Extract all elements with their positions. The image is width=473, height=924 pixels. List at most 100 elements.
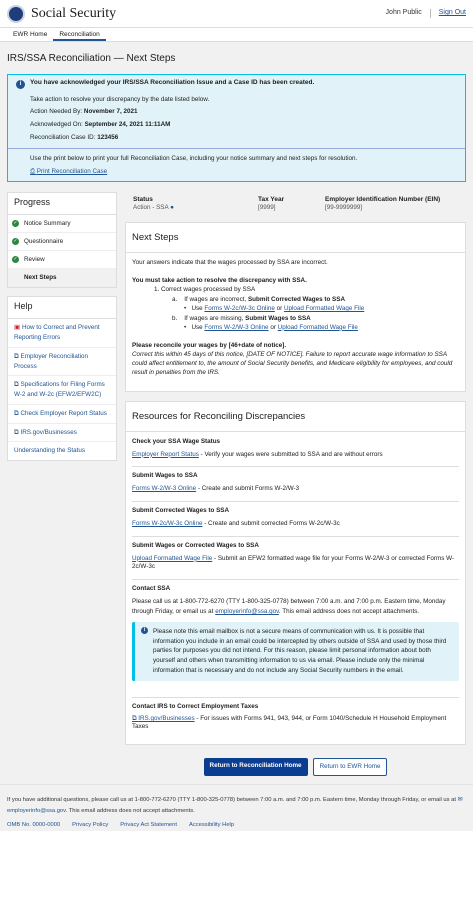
- forms-w2c-online-link[interactable]: Forms W-2c/W-3c Online: [204, 305, 274, 312]
- top-nav: EWR Home Reconciliation: [0, 27, 473, 42]
- check-icon: ✓: [12, 256, 19, 264]
- page-title: IRS/SSA Reconciliation — Next Steps: [7, 53, 176, 64]
- forms-w2c-w3c-online-link[interactable]: Forms W-2c/W-3c Online: [132, 520, 202, 527]
- brand-name[interactable]: Social Security: [31, 5, 386, 23]
- progress-item-review[interactable]: ✓ Review: [8, 251, 116, 270]
- reconcile-warning: Correct this within 45 days of this noti…: [132, 350, 453, 376]
- alert-intro: Take action to resolve your discrepancy …: [30, 95, 210, 103]
- help-link-report-status[interactable]: ⧉ Check Employer Report Status: [8, 405, 116, 424]
- tab-reconciliation[interactable]: Reconciliation: [53, 28, 106, 41]
- step-1a-bullet: • Use Forms W-2c/W-3c Online or Upload F…: [184, 305, 365, 313]
- tab-ewr-home[interactable]: EWR Home: [7, 28, 53, 41]
- printer-icon: ⎙: [30, 167, 37, 175]
- resource-check-status: Check your SSA Wage Status Employer Repo…: [132, 438, 459, 468]
- status-value: Action - SSA: [133, 203, 169, 211]
- upload-formatted-wage-file-link[interactable]: Upload Formatted Wage File: [132, 555, 212, 562]
- resources-card: Resources for Reconciling Discrepancies …: [125, 400, 466, 746]
- irs-businesses-link[interactable]: ⧉ IRS.gov/Businesses: [132, 715, 195, 722]
- case-id-label: Reconciliation Case ID:: [30, 134, 96, 142]
- contact-text: Please call us at 1-800-772-6270 (TTY 1-…: [132, 598, 446, 616]
- help-link-specifications[interactable]: ⧉ Specifications for Filing Forms W-2 and…: [8, 376, 116, 405]
- must-take-action: You must take action to resolve the disc…: [132, 276, 307, 284]
- user-name: John Public: [385, 9, 422, 17]
- tax-year-value: [9999]: [258, 203, 276, 211]
- progress-label: Notice Summary: [24, 219, 71, 227]
- acknowledged-row: Acknowledged On: September 24, 2021 11:1…: [30, 121, 457, 129]
- next-steps-intro: Your answers indicate that the wages pro…: [132, 258, 328, 266]
- help-link-reconciliation-process[interactable]: ⧉ Employer Reconciliation Process: [8, 348, 116, 377]
- resource-upload-file: Submit Wages or Corrected Wages to SSA U…: [132, 542, 459, 580]
- pdf-icon: ▣: [14, 324, 20, 332]
- check-icon: ✓: [12, 220, 19, 228]
- progress-item-next-steps: Next Steps: [8, 269, 116, 288]
- forms-w2-w3-online-link[interactable]: Forms W-2/W-3 Online: [132, 485, 196, 492]
- help-title: Help: [8, 297, 116, 320]
- print-case-link[interactable]: ⎙ Print Reconciliation Case: [30, 168, 107, 175]
- upload-wage-file-link-2[interactable]: Upload Formatted Wage File: [278, 324, 358, 331]
- tax-year-label: Tax Year: [258, 195, 285, 203]
- privacy-act-link[interactable]: Privacy Act Statement: [120, 820, 177, 831]
- upload-wage-file-link[interactable]: Upload Formatted Wage File: [284, 305, 364, 312]
- resource-submit-wages: Submit Wages to SSA Forms W-2/W-3 Online…: [132, 472, 459, 503]
- sign-out-link[interactable]: Sign Out: [429, 9, 466, 18]
- progress-panel: Progress ✓ Notice Summary ✓ Questionnaire …: [7, 191, 117, 289]
- help-link-label: Specifications for Filing Forms W-2 and …: [14, 381, 105, 399]
- acknowledged-label: Acknowledged On:: [30, 121, 83, 129]
- help-circle-icon[interactable]: ●: [170, 204, 174, 211]
- acknowledged-value: September 24, 2021 11:11AM: [84, 121, 171, 129]
- step-1: 1. Correct wages processed by SSA: [154, 286, 256, 294]
- help-panel: Help ▣ How to Correct and Prevent Reporti…: [7, 296, 117, 462]
- ein-col: Employer Identification Number (EIN) [99…: [325, 196, 440, 212]
- action-needed-row: Action Needed By: November 7, 2021: [30, 108, 457, 116]
- step-1b-bullet: • Use Forms W-2/W-3 Online or Upload For…: [184, 323, 358, 331]
- external-link-icon: ⧉: [14, 381, 19, 389]
- action-needed-value: November 7, 2021: [83, 108, 138, 116]
- info-icon: i: [16, 79, 25, 89]
- external-link-icon: ⧉: [14, 352, 19, 360]
- tax-year-col: Tax Year [9999]: [258, 196, 325, 212]
- info-alert: i You have acknowledged your IRS/SSA Rec…: [7, 73, 466, 182]
- status-label: Status: [133, 195, 153, 203]
- resources-title: Resources for Reconciling Discrepancies: [126, 402, 465, 432]
- check-icon: ✓: [12, 238, 19, 246]
- progress-title: Progress: [8, 193, 116, 216]
- info-icon: i: [141, 626, 148, 634]
- employer-email-link[interactable]: employerinfo@ssa.gov: [215, 608, 279, 615]
- help-link-irs-businesses[interactable]: ⧉ IRS.gov/Businesses: [8, 424, 116, 443]
- ssa-seal-logo[interactable]: [7, 4, 25, 23]
- external-link-icon: ⧉: [14, 409, 19, 417]
- site-header: Social Security John Public Sign Out: [0, 0, 473, 27]
- progress-item-questionnaire[interactable]: ✓ Questionnaire: [8, 233, 116, 252]
- button-row: Return to Reconciliation Home Return to …: [125, 754, 466, 777]
- case-id-value: 123456: [97, 134, 119, 142]
- print-case-label: Print Reconciliation Case: [36, 167, 108, 175]
- sidebar: Progress ✓ Notice Summary ✓ Questionnaire …: [7, 191, 117, 776]
- action-needed-label: Action Needed By:: [30, 108, 83, 116]
- help-link-label: Employer Reconciliation Process: [14, 352, 89, 370]
- footer: If you have additional questions, please…: [0, 784, 473, 832]
- return-ewr-home-button[interactable]: Return to EWR Home: [312, 758, 388, 777]
- footer-contact-text: If you have additional questions, please…: [7, 797, 463, 815]
- step-list: 1. Correct wages processed by SSA a. If …: [154, 286, 459, 331]
- help-link-understanding-status[interactable]: Understanding the Status: [8, 442, 116, 460]
- help-link-label: IRS.gov/Businesses: [20, 428, 77, 436]
- forms-w2-online-link[interactable]: Forms W-2/W-3 Online: [204, 324, 268, 331]
- resource-contact-ssa: Contact SSA Please call us at 1-800-772-…: [132, 585, 459, 698]
- step-1b: b. If wages are missing, Submit Wages to…: [172, 314, 311, 322]
- help-link-label: Check Employer Report Status: [20, 409, 107, 417]
- accessibility-help-link[interactable]: Accessibility Help: [189, 820, 234, 831]
- reconcile-deadline: Please reconcile your wages by [46+date …: [132, 341, 287, 349]
- ein-label: Employer Identification Number (EIN): [325, 195, 441, 203]
- progress-item-notice-summary[interactable]: ✓ Notice Summary: [8, 215, 116, 234]
- help-link-correct-errors[interactable]: ▣ How to Correct and Prevent Reporting Er…: [8, 319, 116, 348]
- employer-report-status-link[interactable]: Employer Report Status: [132, 451, 199, 458]
- omb-number: OMB No. 0000-0000: [7, 822, 61, 829]
- alert-divider: [8, 148, 465, 150]
- status-col: Status Action - SSA ●: [133, 196, 258, 212]
- alert-title: You have acknowledged your IRS/SSA Recon…: [30, 78, 315, 86]
- privacy-policy-link[interactable]: Privacy Policy: [72, 820, 108, 831]
- step-1a: a. If wages are incorrect, Submit Correc…: [172, 296, 346, 304]
- progress-label: Questionnaire: [24, 237, 64, 245]
- footer-links: OMB No. 0000-0000 Privacy Policy Privacy…: [7, 820, 466, 831]
- return-reconciliation-home-button[interactable]: Return to Reconciliation Home: [203, 758, 308, 777]
